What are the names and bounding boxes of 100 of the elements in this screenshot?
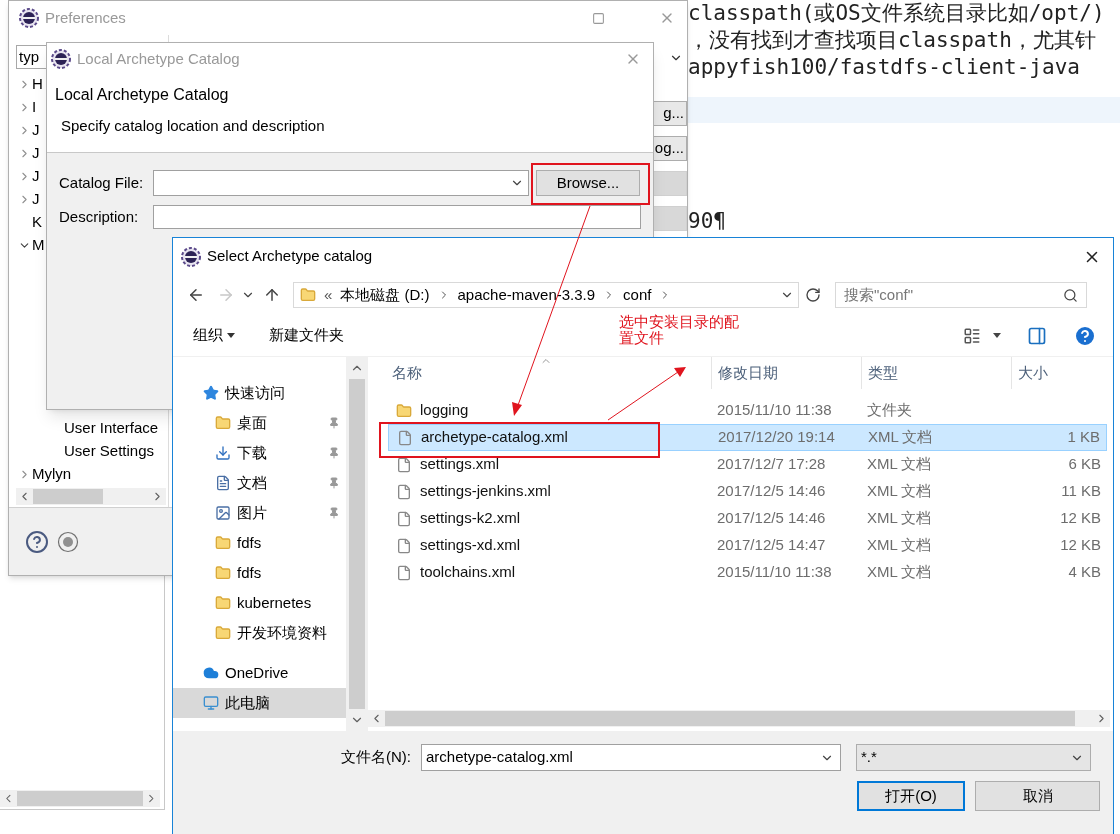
folder-icon bbox=[396, 402, 412, 419]
star-icon bbox=[203, 385, 219, 401]
scrollbar-thumb[interactable] bbox=[349, 379, 365, 709]
nav-item[interactable]: 下载 bbox=[173, 438, 346, 468]
scrollbar-thumb[interactable] bbox=[16, 791, 144, 806]
caret-icon bbox=[227, 333, 235, 338]
tree-item[interactable]: J bbox=[32, 142, 40, 165]
tree-item[interactable]: H bbox=[32, 73, 43, 96]
view-icon[interactable] bbox=[963, 326, 981, 345]
nav-item[interactable]: 文档 bbox=[173, 468, 346, 498]
vertical-scrollbar[interactable] bbox=[346, 357, 368, 731]
up-icon[interactable] bbox=[263, 286, 281, 304]
record-icon[interactable] bbox=[57, 530, 79, 553]
file-size: 1 KB bbox=[1067, 428, 1100, 446]
horizontal-scrollbar[interactable] bbox=[368, 710, 1110, 727]
breadcrumb[interactable]: 本地磁盘 (D:) bbox=[340, 283, 430, 307]
search-icon bbox=[1063, 287, 1078, 303]
scrollbar-thumb[interactable] bbox=[385, 711, 1075, 726]
maximize-icon[interactable] bbox=[592, 11, 605, 25]
nav-item[interactable]: 快速访问 bbox=[173, 378, 346, 408]
file-row[interactable]: archetype-catalog.xml 2017/12/20 19:14 XML 文档 1 KB bbox=[388, 424, 1107, 451]
nav-item[interactable]: 图片 bbox=[173, 498, 346, 528]
tree-item[interactable]: I bbox=[32, 96, 37, 119]
pin-icon[interactable] bbox=[328, 417, 340, 429]
description-field[interactable] bbox=[153, 205, 641, 229]
file-name: settings.xml bbox=[420, 454, 500, 475]
dialog-heading: Local Archetype Catalog bbox=[55, 85, 230, 105]
window-title: Preferences bbox=[45, 7, 126, 28]
desktop-folder-icon bbox=[215, 415, 231, 431]
help-icon[interactable] bbox=[25, 529, 49, 554]
tree-item[interactable]: J bbox=[32, 119, 40, 142]
side-button[interactable]: g... bbox=[653, 101, 687, 126]
nav-item[interactable]: 开发环境资料 bbox=[173, 618, 346, 648]
browse-button[interactable]: Browse... bbox=[536, 170, 640, 196]
tree-item[interactable]: M bbox=[32, 234, 45, 257]
horizontal-scrollbar[interactable] bbox=[16, 488, 166, 505]
column-header[interactable]: 类型 bbox=[862, 357, 1012, 389]
side-button[interactable]: og... bbox=[653, 136, 687, 161]
pin-icon[interactable] bbox=[328, 507, 340, 519]
refresh-icon[interactable] bbox=[805, 287, 821, 303]
folder-icon bbox=[215, 535, 231, 551]
file-row[interactable]: settings.xml 2017/12/7 17:28 XML 文档 6 KB bbox=[388, 451, 1107, 478]
column-header[interactable]: 修改日期 bbox=[712, 357, 862, 389]
file-name: settings-jenkins.xml bbox=[420, 481, 551, 502]
file-row[interactable]: settings-k2.xml 2017/12/5 14:46 XML 文档 12 KB bbox=[388, 505, 1107, 532]
nav-item[interactable]: kubernetes bbox=[173, 588, 346, 618]
file-type: XML 文档 bbox=[866, 535, 933, 556]
tree-item[interactable]: User Interface bbox=[64, 417, 159, 440]
breadcrumb[interactable]: conf bbox=[623, 283, 652, 307]
modified-date: 2017/12/7 17:28 bbox=[716, 454, 827, 475]
caret-icon[interactable] bbox=[993, 333, 1001, 338]
file-row[interactable]: settings-jenkins.xml 2017/12/5 14:46 XML 文档 11 KB bbox=[388, 478, 1107, 505]
computer-icon bbox=[203, 695, 219, 711]
file-type-filter[interactable]: *.* bbox=[856, 744, 1091, 771]
nav-item[interactable]: 桌面 bbox=[173, 408, 346, 438]
field-label: Description: bbox=[59, 206, 140, 227]
overflow-mark[interactable]: « bbox=[324, 283, 333, 307]
cancel-button[interactable]: 取消 bbox=[975, 781, 1100, 811]
file-row[interactable]: settings-xd.xml 2017/12/5 14:47 XML 文档 12 KB bbox=[388, 532, 1107, 559]
filename-field[interactable]: archetype-catalog.xml bbox=[421, 744, 841, 771]
file-size: 12 KB bbox=[1060, 509, 1101, 527]
preview-pane-icon[interactable] bbox=[1027, 325, 1047, 346]
open-button[interactable]: 打开(O) bbox=[857, 781, 965, 811]
file-type: XML 文档 bbox=[866, 562, 933, 583]
editor-line: 90¶ bbox=[688, 208, 726, 235]
window-title: Local Archetype Catalog bbox=[77, 48, 240, 69]
file-type: 文件夹 bbox=[866, 400, 913, 421]
tree-item[interactable]: J bbox=[32, 165, 40, 188]
search-field[interactable]: 搜索"conf" bbox=[835, 282, 1087, 308]
nav-item[interactable]: OneDrive bbox=[173, 658, 346, 688]
editor-line: classpath(或OS文件系统目录比如/opt/) bbox=[688, 0, 1105, 27]
nav-item[interactable]: 此电脑 bbox=[173, 688, 346, 718]
file-size: 12 KB bbox=[1060, 536, 1101, 554]
address-bar[interactable]: « 本地磁盘 (D:) apache-maven-3.3.9 conf bbox=[293, 282, 799, 308]
filename-label: 文件名(N): bbox=[341, 747, 412, 768]
app-logo-icon bbox=[19, 8, 39, 28]
tree-item[interactable]: J bbox=[32, 188, 40, 211]
folder-icon bbox=[215, 595, 231, 611]
new-folder-button[interactable]: 新建文件夹 bbox=[269, 324, 344, 347]
file-type: XML 文档 bbox=[866, 481, 933, 502]
scrollbar-thumb[interactable] bbox=[33, 489, 103, 504]
file-icon bbox=[396, 564, 412, 581]
file-icon bbox=[396, 510, 412, 527]
pin-icon[interactable] bbox=[328, 447, 340, 459]
pin-icon[interactable] bbox=[328, 477, 340, 489]
nav-item[interactable]: fdfs bbox=[173, 528, 346, 558]
dialog-description: Specify catalog location and description bbox=[60, 116, 326, 136]
tree-item[interactable]: Mylyn bbox=[32, 463, 72, 486]
tree-item[interactable]: User Settings bbox=[64, 440, 155, 463]
back-icon[interactable] bbox=[187, 286, 205, 304]
file-row[interactable]: toolchains.xml 2015/11/10 11:38 XML 文档 4 KB bbox=[388, 559, 1107, 586]
breadcrumb[interactable]: apache-maven-3.3.9 bbox=[457, 283, 596, 307]
nav-item[interactable]: fdfs bbox=[173, 558, 346, 588]
file-row[interactable]: logging 2015/11/10 11:38 文件夹 bbox=[388, 397, 1107, 424]
horizontal-scrollbar[interactable] bbox=[0, 790, 160, 807]
forward-icon[interactable] bbox=[217, 286, 235, 304]
organize-menu[interactable]: 组织 bbox=[193, 324, 235, 347]
tree-item[interactable]: K bbox=[32, 211, 42, 234]
column-header[interactable]: 大小 bbox=[1012, 357, 1113, 389]
app-logo-icon bbox=[181, 246, 201, 267]
